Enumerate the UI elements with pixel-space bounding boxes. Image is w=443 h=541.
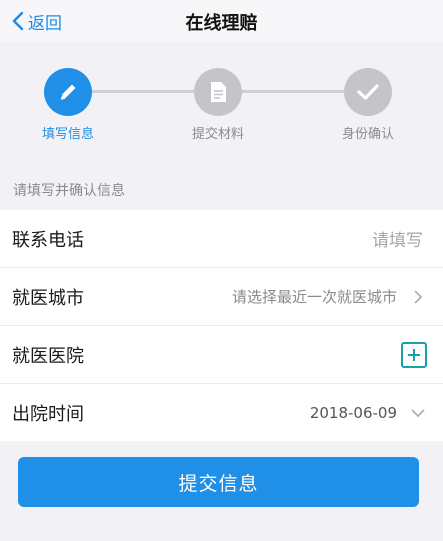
discharge-row[interactable]: 出院时间 2018-06-09 bbox=[0, 384, 443, 441]
step-connector-1 bbox=[92, 90, 194, 93]
discharge-label: 出院时间 bbox=[12, 403, 84, 425]
discharge-date[interactable]: 2018-06-09 bbox=[310, 404, 397, 422]
pencil-icon bbox=[60, 84, 76, 100]
phone-input[interactable]: 请填写 bbox=[372, 226, 423, 251]
hospital-label: 就医医院 bbox=[12, 345, 84, 367]
submit-button[interactable]: 提交信息 bbox=[18, 457, 419, 507]
page-title: 在线理赔 bbox=[185, 13, 258, 34]
city-select[interactable]: 请选择最近一次就医城市 bbox=[232, 286, 397, 307]
step-3-label: 身份确认 bbox=[341, 127, 394, 142]
city-label: 就医城市 bbox=[12, 287, 84, 309]
document-icon bbox=[211, 82, 226, 102]
check-icon bbox=[357, 84, 379, 100]
phone-label: 联系电话 bbox=[12, 229, 84, 251]
step-1-label: 填写信息 bbox=[41, 127, 94, 142]
step-connector-2 bbox=[242, 90, 344, 93]
step-2-label: 提交材料 bbox=[191, 127, 244, 142]
step-2-circle bbox=[194, 68, 242, 116]
claim-form: 联系电话 请填写 就医城市 请选择最近一次就医城市 就医医院 出院时间 2018… bbox=[0, 210, 443, 441]
form-hint: 请填写并确认信息 bbox=[13, 183, 125, 199]
chevron-right-icon bbox=[414, 289, 423, 304]
step-3-circle bbox=[344, 68, 392, 116]
city-row[interactable]: 就医城市 请选择最近一次就医城市 bbox=[0, 268, 443, 326]
chevron-down-icon bbox=[411, 408, 425, 417]
add-hospital-icon[interactable] bbox=[401, 341, 427, 368]
hospital-row[interactable]: 就医医院 bbox=[0, 326, 443, 384]
step-1-circle bbox=[44, 68, 92, 116]
nav-bar: 返回 在线理赔 bbox=[0, 0, 443, 42]
phone-row[interactable]: 联系电话 请填写 bbox=[0, 210, 443, 268]
